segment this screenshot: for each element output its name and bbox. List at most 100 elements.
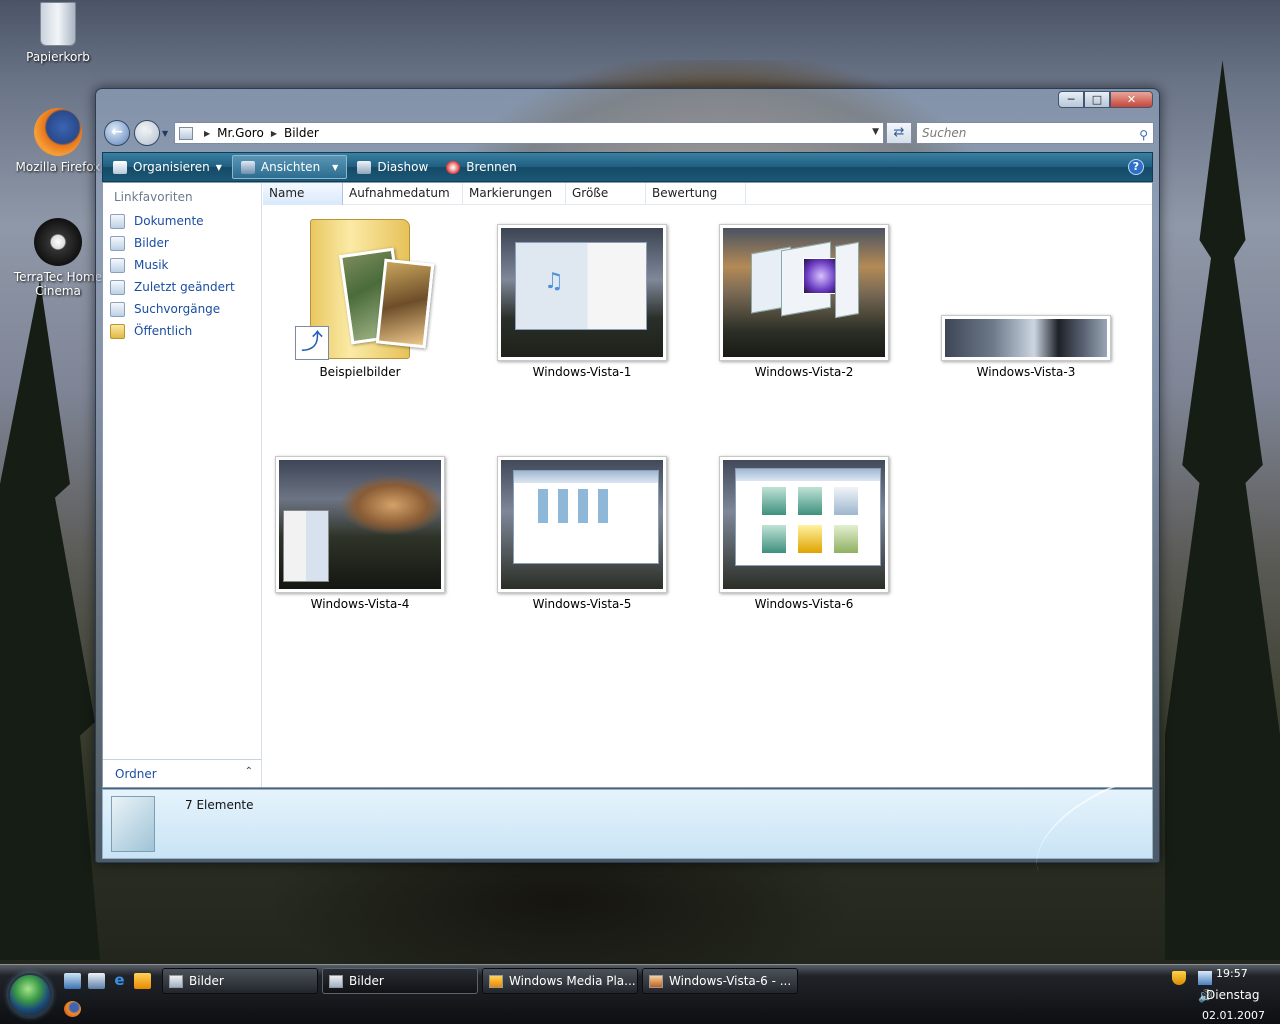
recycle-bin-desktop-icon[interactable]: Papierkorb xyxy=(10,2,106,64)
taskbar-button-bilder[interactable]: Bilder xyxy=(162,968,318,994)
clock-date[interactable]: 02.01.2007 xyxy=(1202,1009,1265,1022)
image-item[interactable]: Windows-Vista-3 xyxy=(926,211,1126,381)
taskbar-button-media-player[interactable]: Windows Media Pla... xyxy=(482,968,638,994)
organize-button[interactable]: Organisieren ▼ xyxy=(105,155,230,179)
desktop-icon-label: Mozilla Firefox xyxy=(15,160,101,174)
refresh-button[interactable]: ⇄ xyxy=(886,122,912,144)
favorite-links-title: Linkfavoriten xyxy=(114,190,193,204)
minimize-button[interactable]: ─ xyxy=(1058,91,1084,108)
media-player-icon xyxy=(489,974,503,988)
media-player-icon[interactable] xyxy=(134,973,151,989)
taskbar-button-label: Windows-Vista-6 - ... xyxy=(669,974,792,988)
terratec-icon xyxy=(34,218,82,266)
nav-link-label: Suchvorgänge xyxy=(134,302,221,316)
organize-icon xyxy=(113,160,127,174)
back-button[interactable]: ← xyxy=(104,120,130,146)
nav-link-label: Zuletzt geändert xyxy=(134,280,235,294)
nav-link-zuletzt-geaendert[interactable]: Zuletzt geändert xyxy=(103,276,261,298)
views-button[interactable]: Ansichten ▼ xyxy=(231,155,348,179)
image-item[interactable]: ♫ Windows-Vista-1 xyxy=(482,211,682,381)
documents-icon xyxy=(110,213,125,229)
address-dropdown-icon[interactable]: ▼ xyxy=(872,127,879,137)
address-bar[interactable]: ▶ Mr.Goro ▶ Bilder ▼ xyxy=(174,122,884,144)
nav-link-suchvorgaenge[interactable]: Suchvorgänge xyxy=(103,298,261,320)
nav-link-musik[interactable]: Musik xyxy=(103,254,261,276)
chevron-down-icon[interactable]: ▼ xyxy=(332,163,338,172)
close-button[interactable]: ✕ xyxy=(1110,91,1153,108)
maximize-button[interactable]: □ xyxy=(1084,91,1110,108)
start-button[interactable] xyxy=(8,973,52,1017)
internet-explorer-icon[interactable]: e xyxy=(111,973,128,989)
column-bewertung[interactable]: Bewertung xyxy=(646,183,746,205)
clock-day[interactable]: Dienstag xyxy=(1206,988,1260,1002)
organize-label: Organisieren xyxy=(133,160,210,174)
details-pane: 7 Elemente xyxy=(102,777,1153,873)
taskbar-button-label: Windows Media Pla... xyxy=(509,974,636,988)
image-thumbnail xyxy=(941,315,1111,361)
firefox-desktop-icon[interactable]: Mozilla Firefox xyxy=(10,108,106,174)
taskbar-button-vista-6[interactable]: Windows-Vista-6 - ... xyxy=(642,968,798,994)
item-label: Windows-Vista-2 xyxy=(754,365,854,379)
taskbar-button-bilder-active[interactable]: Bilder xyxy=(322,968,478,994)
forward-button[interactable]: → xyxy=(134,120,160,146)
wallpaper-tree xyxy=(0,280,100,960)
item-label: Windows-Vista-1 xyxy=(532,365,632,379)
nav-link-dokumente[interactable]: Dokumente xyxy=(103,210,261,232)
help-icon[interactable]: ? xyxy=(1128,159,1144,175)
searches-icon xyxy=(110,301,125,317)
wallpaper-tree xyxy=(1165,60,1280,960)
explorer-body: Linkfavoriten Dokumente Bilder Musik Zul… xyxy=(102,182,1153,788)
image-item[interactable]: Windows-Vista-6 xyxy=(704,443,904,613)
column-name[interactable]: Name xyxy=(263,183,343,205)
taskbar: e Bilder Bilder Windows Media Pla... Win… xyxy=(0,964,1280,1024)
chevron-up-icon: ⌃ xyxy=(244,766,253,777)
file-list: Name Aufnahmedatum Markierungen Größe Be… xyxy=(263,183,1152,787)
breadcrumb-separator-icon: ▶ xyxy=(270,128,277,138)
item-label: Windows-Vista-6 xyxy=(754,597,854,611)
system-tray: 🔊 19:57 Dienstag 02.01.2007 xyxy=(1148,965,1280,1024)
clock-time[interactable]: 19:57 xyxy=(1216,967,1248,980)
item-count: 7 Elemente xyxy=(185,798,254,812)
decorative-swoosh xyxy=(1019,777,1153,873)
item-label: Beispielbilder xyxy=(319,365,401,379)
folders-label: Ordner xyxy=(115,767,157,781)
breadcrumb-mrgoro[interactable]: Mr.Goro xyxy=(217,126,264,140)
image-thumbnail xyxy=(719,224,889,361)
terratec-desktop-icon[interactable]: TerraTec Home Cinema xyxy=(10,218,106,298)
column-groesse[interactable]: Größe xyxy=(566,183,646,205)
slideshow-icon xyxy=(357,160,372,174)
folder-item[interactable]: ⤴ Beispielbilder xyxy=(260,211,460,381)
breadcrumb-separator-icon: ▶ xyxy=(204,128,211,138)
image-item[interactable]: Windows-Vista-2 xyxy=(704,211,904,381)
network-icon[interactable] xyxy=(1198,971,1212,985)
nav-link-label: Musik xyxy=(134,258,169,272)
item-label: Windows-Vista-4 xyxy=(310,597,410,611)
search-icon[interactable]: ⚲ xyxy=(1139,125,1148,145)
recent-pages-dropdown[interactable]: ▼ xyxy=(162,129,168,138)
image-item[interactable]: Windows-Vista-4 xyxy=(260,443,460,613)
slideshow-button[interactable]: Diashow xyxy=(349,155,436,179)
image-thumbnail xyxy=(275,456,445,593)
show-desktop-icon[interactable] xyxy=(64,973,81,989)
slideshow-label: Diashow xyxy=(377,160,429,174)
item-label: Windows-Vista-5 xyxy=(532,597,632,611)
security-shield-icon[interactable] xyxy=(1172,971,1186,985)
recent-icon xyxy=(110,279,125,295)
nav-link-label: Dokumente xyxy=(134,214,204,228)
nav-link-bilder[interactable]: Bilder xyxy=(103,232,261,254)
image-item[interactable]: Windows-Vista-5 xyxy=(482,443,682,613)
paint-icon xyxy=(649,974,663,988)
column-aufnahmedatum[interactable]: Aufnahmedatum xyxy=(343,183,463,205)
nav-link-oeffentlich[interactable]: Öffentlich xyxy=(103,320,261,342)
breadcrumb-bilder[interactable]: Bilder xyxy=(284,126,319,140)
column-markierungen[interactable]: Markierungen xyxy=(463,183,566,205)
switch-windows-icon[interactable] xyxy=(88,973,105,989)
folders-toggle[interactable]: Ordner ⌃ xyxy=(103,759,261,787)
search-input[interactable]: Suchen ⚲ xyxy=(916,122,1154,144)
public-folder-icon xyxy=(110,323,125,339)
burn-button[interactable]: Brennen xyxy=(438,155,524,179)
firefox-quicklaunch-icon[interactable] xyxy=(64,1001,81,1017)
caption-buttons: ─ □ ✕ xyxy=(1058,91,1153,108)
column-headers: Name Aufnahmedatum Markierungen Größe Be… xyxy=(263,183,1152,205)
navigation-row: ← → ▼ ▶ Mr.Goro ▶ Bilder ▼ ⇄ Suchen ⚲ xyxy=(104,119,1154,147)
